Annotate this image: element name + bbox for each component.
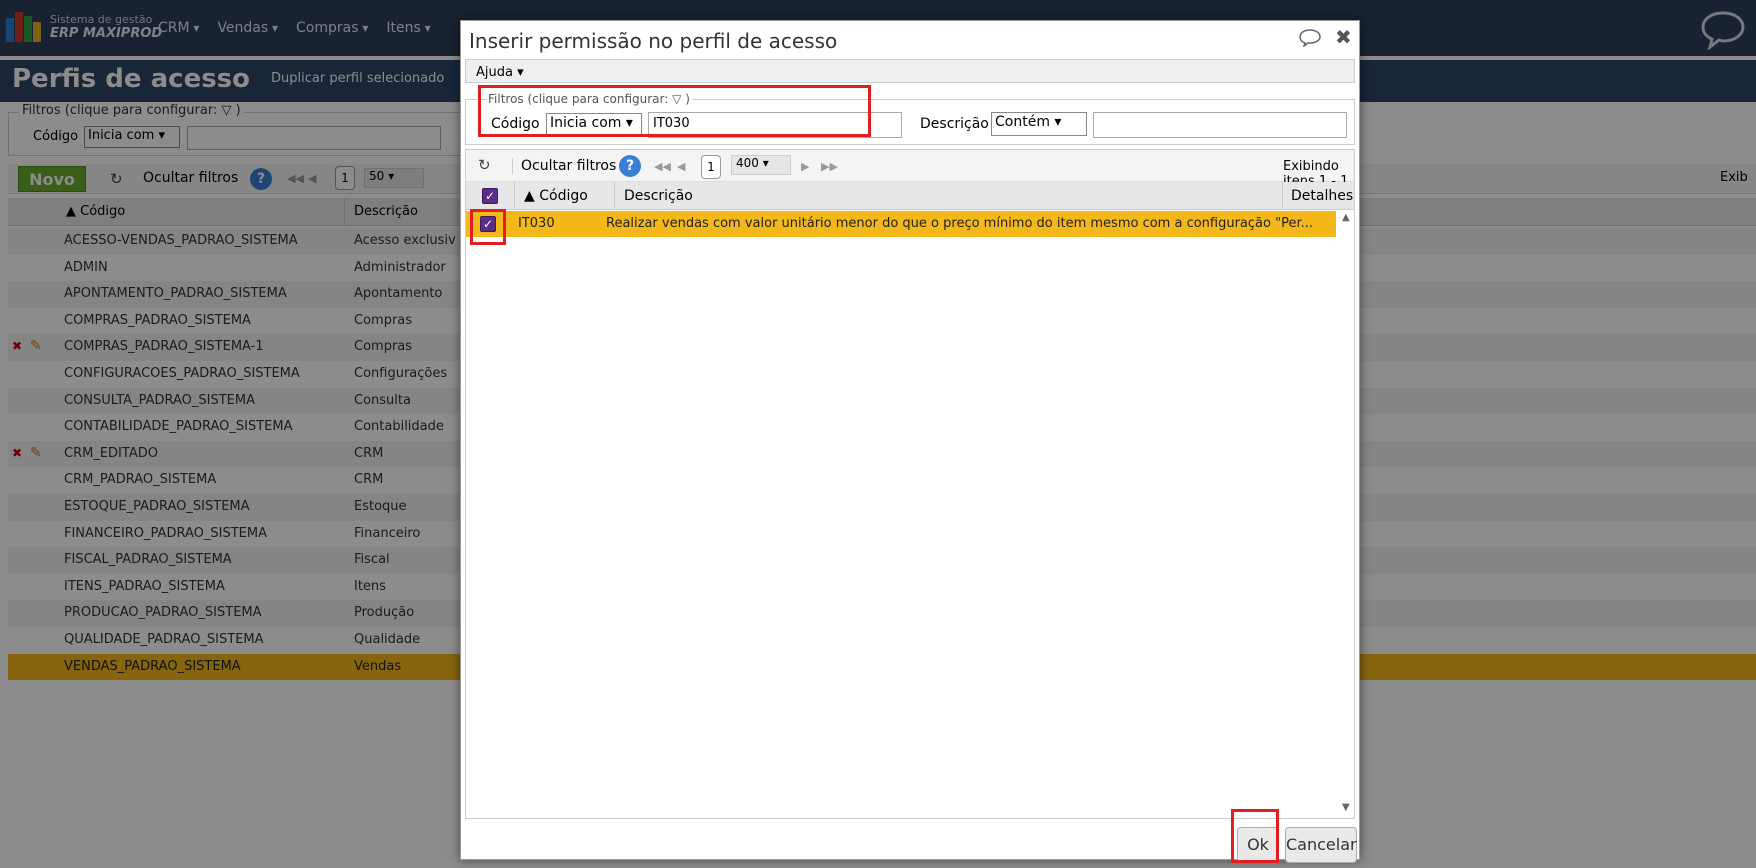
per-page-value: 400 [736,156,759,170]
per-page-select[interactable]: 400 ▾ [731,155,791,175]
close-icon[interactable]: ✖ [1335,25,1352,49]
refresh-icon[interactable]: ↻ [478,156,491,174]
description-filter-label: Descrição [920,116,989,132]
row-code: IT030 [518,216,555,231]
col-details-header[interactable]: Detalhes [1291,188,1353,204]
hide-filters-button[interactable]: Ocultar filtros [512,158,626,174]
permissions-grid: ↻ Ocultar filtros ? ◀◀ ◀ 1 400 ▾ ▶ ▶▶ Ex… [465,149,1355,819]
description-operator-value: Contém [995,114,1050,130]
cancel-button[interactable]: Cancelar [1285,827,1357,863]
highlight-box-ok [1231,809,1279,863]
col-desc-header[interactable]: Descrição [624,188,693,204]
description-operator-select[interactable]: Contém ▾ [991,112,1087,136]
last-page-icon[interactable]: ▶▶ [821,160,838,173]
column-divider [614,182,615,210]
column-divider [514,182,515,210]
column-divider [1282,182,1283,210]
description-filter-input[interactable] [1093,112,1347,138]
chevron-down-icon: ▾ [762,156,769,170]
col-code-header[interactable]: ▲ Código [524,188,588,204]
first-page-icon[interactable]: ◀◀ [654,160,671,173]
grid-header: ✓ ▲ Código Descrição Detalhes [466,182,1354,210]
prev-page-icon[interactable]: ◀ [677,160,685,173]
sort-asc-icon: ▲ [524,188,535,204]
highlight-box-filters [478,85,871,137]
chat-icon[interactable] [1299,29,1321,47]
help-menu[interactable]: Ajuda [476,65,524,80]
scroll-up-icon[interactable]: ▲ [1342,212,1350,223]
row-desc: Realizar vendas com valor unitário menor… [606,216,1314,231]
dialog-title: Inserir permissão no perfil de acesso [469,29,838,53]
insert-permission-dialog: Inserir permissão no perfil de acesso ✖ … [460,20,1360,863]
page-number-input[interactable]: 1 [701,155,721,179]
grid-toolbar: ↻ Ocultar filtros ? ◀◀ ◀ 1 400 ▾ ▶ ▶▶ Ex… [466,150,1354,204]
col-code-label: Código [539,188,588,204]
help-icon[interactable]: ? [619,155,641,177]
scroll-down-icon[interactable]: ▼ [1342,802,1350,813]
scrollbar[interactable]: ▲ ▼ [1340,210,1354,818]
dialog-menu-bar: Ajuda [465,59,1355,83]
chevron-down-icon: ▾ [1054,114,1062,130]
table-row-selected[interactable]: ✓ IT030 Realizar vendas com valor unitár… [466,211,1336,237]
select-all-checkbox[interactable]: ✓ [482,188,498,204]
highlight-box-checkbox [470,209,506,245]
next-page-icon[interactable]: ▶ [801,160,809,173]
